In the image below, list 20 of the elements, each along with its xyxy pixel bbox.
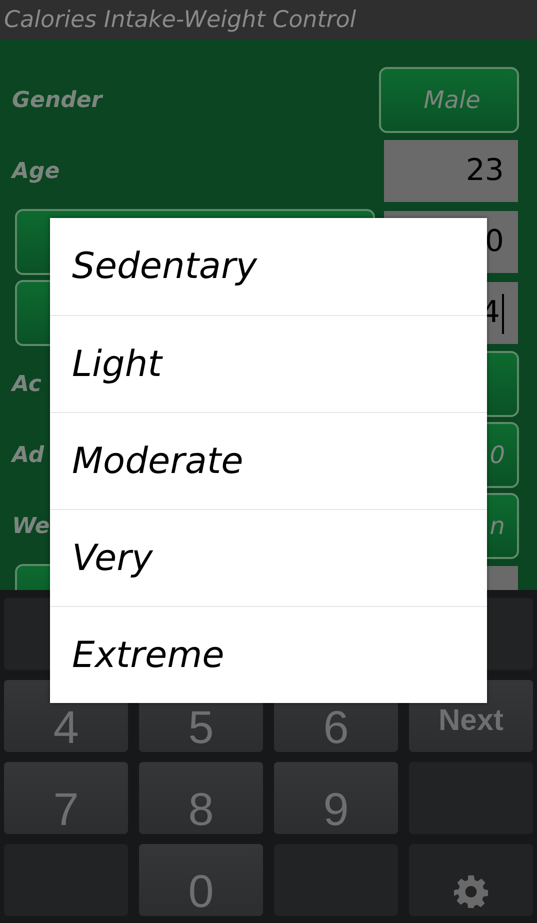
list-option[interactable]: Light [50, 315, 487, 412]
keyboard-key[interactable]: 9 [274, 762, 398, 834]
app-title: Calories Intake-Weight Control [4, 7, 356, 33]
text-cursor [502, 294, 504, 334]
settings-icon [454, 874, 488, 908]
keyboard-key[interactable]: 8 [139, 762, 263, 834]
field-label: Age [12, 158, 60, 184]
keyboard-key[interactable]: 7 [4, 762, 128, 834]
settings-key[interactable] [409, 844, 533, 916]
field-label: We [12, 514, 50, 538]
list-option[interactable]: Sedentary [50, 218, 487, 315]
option-button[interactable]: Male [379, 67, 519, 133]
input-field[interactable]: 23 [384, 140, 518, 202]
list-option[interactable]: Moderate [50, 412, 487, 509]
field-label: Ac [12, 372, 42, 396]
field-label: Ad [12, 442, 44, 468]
list-option[interactable]: Extreme [50, 606, 487, 703]
field-label: Gender [12, 88, 102, 112]
keyboard-key[interactable]: 0 [139, 844, 263, 916]
list-option[interactable]: Very [50, 509, 487, 606]
